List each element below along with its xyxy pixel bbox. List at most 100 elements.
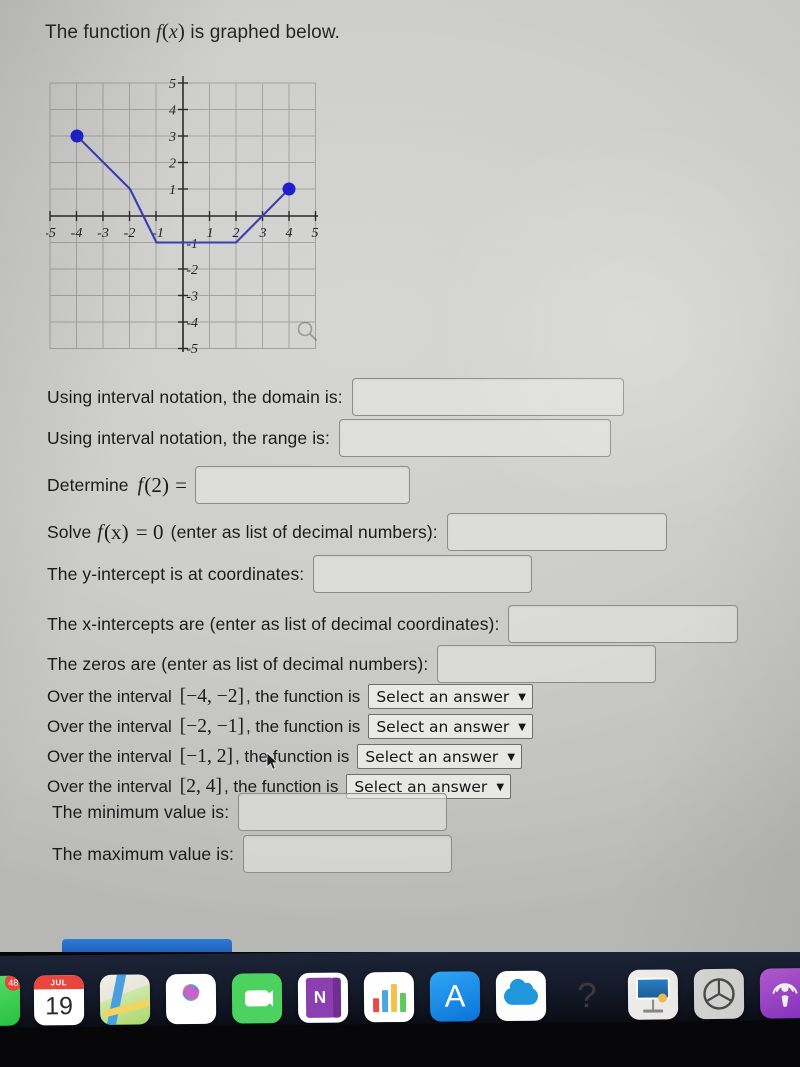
dock-item-facetime[interactable] — [231, 973, 283, 1024]
chevron-down-icon: ▼ — [507, 751, 516, 763]
interval-suffix: , the function is — [234, 746, 350, 766]
question-zeros-row: The zeros are (enter as list of decimal … — [47, 645, 657, 683]
x-intercepts-label: The x-intercepts are (enter as list of d… — [47, 613, 500, 634]
solve-label-before: Solve — [47, 521, 92, 542]
dock-item-numbers[interactable] — [363, 971, 415, 1023]
x-tick-label: 1 — [207, 226, 214, 241]
interval-suffix: , the function is — [245, 716, 361, 736]
podcast-icon — [772, 983, 798, 1007]
x-tick-label: -5 — [46, 226, 56, 241]
interval-3-select-value: Select an answer — [365, 747, 499, 766]
interval-3-select[interactable]: Select an answer ▼ — [357, 744, 523, 769]
dock-item-calendar[interactable]: JUL 19 — [33, 975, 85, 1026]
interval-prefix: Over the interval — [47, 686, 172, 706]
worksheet-content: The function f (x) is graphed below. 5 -4… — [0, 0, 800, 960]
determine-label: Determine — [47, 474, 129, 495]
interval-1-select[interactable]: Select an answer ▼ — [368, 684, 533, 709]
y-tick-label: 1 — [169, 183, 176, 198]
question-solve-row: Solve f (x) = 0 (enter as list of decimal… — [47, 513, 667, 551]
interval-row-1: Over the interval [−4, −2] , the functio… — [47, 684, 533, 709]
dock-item-onenote[interactable]: N — [297, 972, 349, 1023]
interval-prefix: Over the interval — [47, 746, 172, 766]
x-tick-label: -3 — [97, 226, 109, 241]
interval-notation: [−1, 2] — [179, 745, 233, 767]
page-title: The function f(x) is graphed below. — [45, 19, 340, 44]
y-intercept-input[interactable] — [313, 555, 533, 593]
interval-2-select-value: Select an answer — [376, 717, 510, 736]
prompt-text-before: The function — [45, 22, 151, 43]
circular-app-icon — [703, 978, 735, 1010]
interval-notation: [−2, −1] — [179, 715, 244, 737]
chevron-down-icon: ▼ — [496, 781, 505, 793]
solve-argument: (x) — [103, 519, 129, 544]
magnifier-icon[interactable] — [296, 320, 318, 342]
prompt-paren-close: ) — [177, 19, 185, 43]
interval-row-3: Over the interval [−1, 2] , the function… — [47, 744, 523, 769]
range-input[interactable] — [339, 419, 611, 457]
messages-badge: 48 — [4, 975, 21, 991]
question-minimum-row: The minimum value is: — [52, 793, 448, 831]
solve-equals-zero: = 0 — [135, 519, 164, 544]
function-graph: -5 -4 -3 -2 -1 1 2 3 4 5 5 4 3 2 1 -1 -2… — [46, 62, 324, 354]
dock-item-maps[interactable] — [99, 974, 151, 1025]
determine-function-symbol: f — [137, 473, 144, 496]
determine-f2-input[interactable] — [195, 466, 411, 504]
graph-canvas: -5 -4 -3 -2 -1 1 2 3 4 5 5 4 3 2 1 -1 -2… — [46, 76, 319, 354]
endpoint-right — [282, 182, 296, 196]
mouse-cursor-icon — [266, 752, 279, 770]
endpoint-left — [70, 129, 84, 143]
prompt-paren-open: ( — [161, 19, 169, 43]
domain-input[interactable] — [351, 378, 624, 416]
minimum-label: The minimum value is: — [52, 801, 230, 822]
dock-item-photos[interactable] — [165, 973, 217, 1025]
prompt-text-after: is graphed below. — [190, 22, 340, 43]
solve-input[interactable] — [446, 513, 667, 551]
dock-item-gray-app[interactable] — [693, 968, 745, 1020]
minimum-input[interactable] — [238, 793, 448, 831]
y-tick-label: 2 — [169, 157, 176, 172]
x-tick-label: 3 — [259, 226, 267, 241]
domain-label: Using interval notation, the domain is: — [47, 386, 343, 407]
y-tick-label: -5 — [186, 342, 198, 354]
dock-item-podcasts[interactable] — [759, 968, 800, 1019]
y-tick-label: -4 — [186, 316, 198, 331]
y-tick-label: -1 — [186, 237, 198, 252]
x-tick-label: -4 — [71, 226, 83, 241]
y-tick-label: 3 — [168, 130, 176, 145]
determine-equals: = — [175, 472, 188, 497]
graph-axes — [50, 76, 318, 352]
interval-prefix: Over the interval — [47, 716, 172, 736]
y-intercept-label: The y-intercept is at coordinates: — [47, 563, 305, 584]
browser-tab-sliver[interactable] — [62, 939, 232, 952]
dock-item-app-store[interactable]: A — [429, 971, 481, 1022]
solve-label-after: (enter as list of decimal numbers): — [170, 521, 438, 542]
question-x-intercepts-row: The x-intercepts are (enter as list of d… — [47, 605, 739, 643]
dock-item-icloud-drive[interactable] — [495, 970, 547, 1022]
app-store-glyph: A — [444, 977, 466, 1014]
zeros-input[interactable] — [437, 645, 657, 683]
dock: 48 JUL 19 N A ? — [0, 962, 800, 1032]
question-maximum-row: The maximum value is: — [52, 835, 453, 873]
range-label: Using interval notation, the range is: — [47, 427, 330, 448]
x-tick-label: 4 — [286, 226, 293, 241]
dock-item-help[interactable]: ? — [562, 970, 612, 1020]
interval-row-2: Over the interval [−2, −1] , the functio… — [47, 714, 533, 739]
question-range-row: Using interval notation, the range is: — [47, 419, 611, 457]
interval-suffix: , the function is — [245, 686, 361, 706]
determine-argument: (2) — [144, 472, 170, 497]
cloud-icon — [503, 987, 539, 1005]
y-tick-label: -2 — [186, 263, 198, 278]
interval-notation: [−4, −2] — [179, 685, 244, 707]
question-y-intercept-row: The y-intercept is at coordinates: — [47, 555, 533, 593]
chevron-down-icon: ▼ — [518, 721, 526, 733]
y-tick-label: -3 — [186, 290, 198, 305]
interval-1-select-value: Select an answer — [376, 687, 510, 706]
interval-2-select[interactable]: Select an answer ▼ — [368, 714, 533, 739]
onenote-glyph: N — [305, 977, 335, 1018]
maximum-input[interactable] — [243, 835, 453, 873]
dock-item-messages[interactable]: 48 — [0, 975, 21, 1027]
zeros-label: The zeros are (enter as list of decimal … — [47, 653, 429, 674]
y-tick-label: 5 — [169, 77, 176, 92]
x-intercepts-input[interactable] — [508, 605, 739, 643]
dock-item-keynote[interactable] — [627, 969, 679, 1020]
